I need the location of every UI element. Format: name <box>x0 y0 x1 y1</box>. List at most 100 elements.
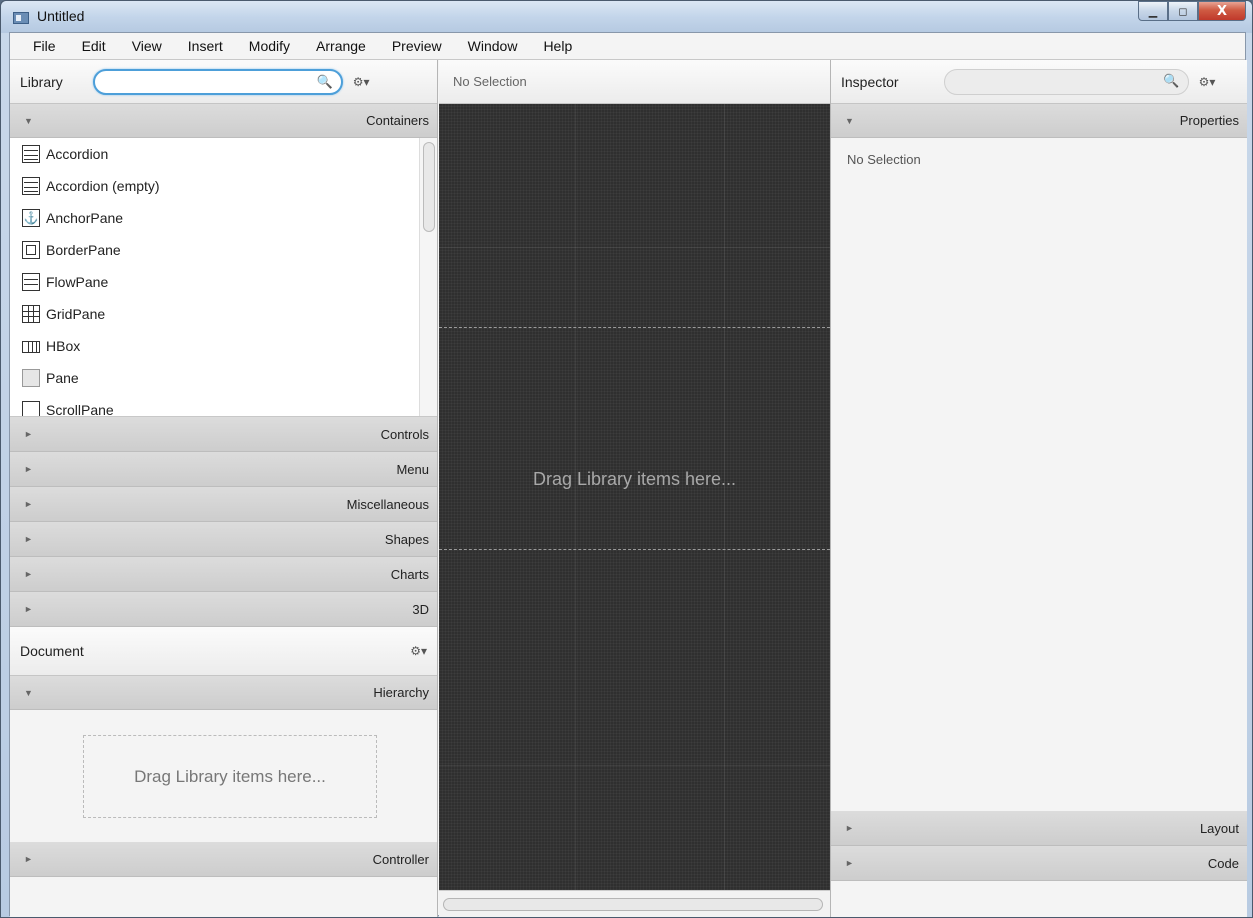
section-label: Code <box>1207 855 1239 871</box>
document-title: Document <box>20 643 84 659</box>
section-miscellaneous[interactable]: ► Miscellaneous <box>10 487 437 522</box>
section-label: Menu <box>396 461 429 477</box>
selection-bar: No Selection <box>439 60 830 104</box>
section-hierarchy[interactable]: ▼ Hierarchy <box>10 676 437 710</box>
section-menu[interactable]: ► Menu <box>10 452 437 487</box>
section-containers[interactable]: ▼ Containers <box>10 104 437 138</box>
gridpane-icon <box>22 305 40 323</box>
inspector-gear-icon[interactable]: ⚙▾ <box>1199 75 1216 89</box>
inspector-search[interactable]: 🔍 <box>943 68 1189 95</box>
list-item-label: FlowPane <box>46 274 109 290</box>
collapsed-triangle-icon: ► <box>24 604 33 614</box>
collapsed-triangle-icon: ► <box>24 854 33 864</box>
menu-help[interactable]: Help <box>530 38 585 54</box>
grid-line <box>439 765 830 766</box>
menu-insert[interactable]: Insert <box>175 38 236 54</box>
menu-preview[interactable]: Preview <box>379 38 455 54</box>
library-scrollbar[interactable] <box>419 138 437 416</box>
accordion-icon <box>22 145 40 163</box>
document-gear-icon[interactable]: ⚙▾ <box>410 644 427 658</box>
maximize-icon: ◻ <box>1178 4 1188 18</box>
section-label: Layout <box>1199 820 1239 836</box>
list-item-scrollpane[interactable]: ScrollPane <box>10 394 437 417</box>
inspector-header: Inspector 🔍 ⚙▾ <box>831 60 1247 104</box>
anchor-icon: ⚓ <box>22 209 40 227</box>
design-canvas[interactable]: Drag Library items here... <box>439 104 830 890</box>
inspector-panel: Inspector 🔍 ⚙▾ ▼ Properties No Selection… <box>830 60 1247 917</box>
library-search[interactable]: 🔍 <box>92 68 343 95</box>
list-item-label: ScrollPane <box>46 402 114 417</box>
accordion-icon <box>22 177 40 195</box>
menu-arrange[interactable]: Arrange <box>303 38 379 54</box>
expanded-triangle-icon: ▼ <box>24 687 33 698</box>
title-bar[interactable]: Untitled ▁ ◻ X <box>1 1 1252 33</box>
search-icon[interactable]: 🔍 <box>1163 73 1179 89</box>
minimize-button[interactable]: ▁ <box>1138 1 1168 21</box>
menu-edit[interactable]: Edit <box>69 38 119 54</box>
list-item-anchorpane[interactable]: ⚓ AnchorPane <box>10 202 437 234</box>
window-title: Untitled <box>37 8 85 24</box>
section-label: Shapes <box>384 531 429 547</box>
borderpane-icon <box>22 241 40 259</box>
menu-file[interactable]: File <box>20 38 69 54</box>
section-label: Charts <box>390 566 429 582</box>
section-label: Miscellaneous <box>346 496 429 512</box>
canvas-horizontal-scrollbar[interactable] <box>439 890 830 917</box>
library-search-input[interactable] <box>94 70 305 93</box>
section-properties[interactable]: ▼ Properties <box>831 104 1247 138</box>
search-icon[interactable]: 🔍 <box>317 74 333 90</box>
section-label: Controller <box>372 851 429 867</box>
menu-view[interactable]: View <box>119 38 175 54</box>
scrollpane-icon <box>22 401 40 416</box>
grid-line <box>724 104 725 890</box>
maximize-button[interactable]: ◻ <box>1168 1 1198 21</box>
collapsed-triangle-icon: ► <box>24 499 33 509</box>
close-button[interactable]: X <box>1198 1 1246 21</box>
section-3d[interactable]: ► 3D <box>10 592 437 627</box>
inspector-title: Inspector <box>841 73 899 90</box>
hierarchy-drop-zone[interactable]: Drag Library items here... <box>83 735 377 818</box>
list-item-flowpane[interactable]: FlowPane <box>10 266 437 298</box>
list-item-pane[interactable]: Pane <box>10 362 437 394</box>
section-label: 3D <box>412 601 429 617</box>
collapsed-triangle-icon: ► <box>24 534 33 544</box>
menu-modify[interactable]: Modify <box>236 38 303 54</box>
document-header: Document ⚙▾ <box>10 627 437 676</box>
list-item-label: AnchorPane <box>46 210 124 226</box>
window-controls: ▁ ◻ X <box>1138 1 1246 21</box>
list-item-label: Accordion (empty) <box>46 178 160 194</box>
list-item-label: Pane <box>46 370 79 386</box>
list-item-hbox[interactable]: HBox <box>10 330 437 362</box>
inspector-search-input[interactable] <box>944 69 1145 94</box>
containers-list: Accordion Accordion (empty) ⚓ AnchorPane … <box>10 138 437 417</box>
selection-label: No Selection <box>453 74 527 89</box>
grid-line <box>575 104 576 890</box>
content-panel: No Selection Drag Library items here... <box>439 60 830 917</box>
collapsed-triangle-icon: ► <box>24 429 33 439</box>
expanded-triangle-icon: ▼ <box>845 115 854 126</box>
list-item-label: HBox <box>46 338 81 354</box>
section-controls[interactable]: ► Controls <box>10 417 437 452</box>
application-window: Untitled ▁ ◻ X File Edit View Insert Mod… <box>0 0 1253 918</box>
properties-body: No Selection <box>831 138 1247 811</box>
list-item-accordion-empty[interactable]: Accordion (empty) <box>10 170 437 202</box>
library-gear-icon[interactable]: ⚙▾ <box>353 75 370 89</box>
menu-window[interactable]: Window <box>455 38 531 54</box>
guide-line <box>439 327 830 328</box>
scrollbar-thumb[interactable] <box>423 142 435 232</box>
section-code[interactable]: ► Code <box>831 846 1247 881</box>
flowpane-icon <box>22 273 40 291</box>
expanded-triangle-icon: ▼ <box>24 115 33 126</box>
section-layout[interactable]: ► Layout <box>831 811 1247 846</box>
section-controller[interactable]: ► Controller <box>10 842 437 877</box>
collapsed-triangle-icon: ► <box>24 569 33 579</box>
section-shapes[interactable]: ► Shapes <box>10 522 437 557</box>
section-charts[interactable]: ► Charts <box>10 557 437 592</box>
section-label: Controls <box>380 426 429 442</box>
list-item-gridpane[interactable]: GridPane <box>10 298 437 330</box>
list-item-accordion[interactable]: Accordion <box>10 138 437 170</box>
list-item-borderpane[interactable]: BorderPane <box>10 234 437 266</box>
section-label: Containers <box>366 113 429 128</box>
scrollbar-thumb[interactable] <box>443 898 823 911</box>
pane-icon <box>22 369 40 387</box>
